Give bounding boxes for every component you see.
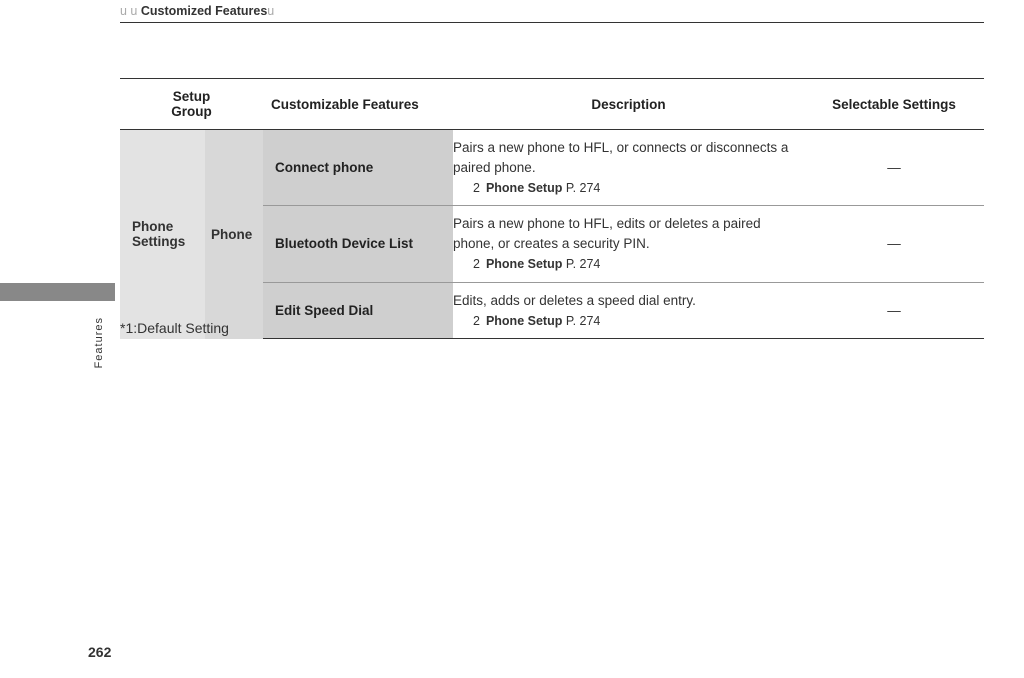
header-title: Customized Features — [141, 4, 267, 18]
subgroup-cell: Phone — [205, 130, 263, 339]
ref-marker: 2 — [473, 314, 480, 328]
ref-marker: 2 — [473, 181, 480, 195]
feature-name: Connect phone — [263, 130, 453, 206]
table-header-row: Setup Group Customizable Features Descri… — [120, 79, 984, 130]
cross-reference: 2 Phone Setup P. 274 — [453, 179, 804, 197]
feature-description: Pairs a new phone to HFL, edits or delet… — [453, 206, 804, 282]
document-page: u u Customized Featuresu Features Setup … — [0, 0, 1024, 678]
selectable-settings: — — [804, 282, 984, 339]
running-header: u u Customized Featuresu — [120, 0, 984, 23]
ref-page: P. 274 — [566, 314, 601, 328]
setup-group-cell: Phone Settings — [120, 130, 205, 339]
col-features: Customizable Features — [263, 79, 453, 130]
feature-description: Pairs a new phone to HFL, or connects or… — [453, 130, 804, 206]
features-table-wrap: Setup Group Customizable Features Descri… — [120, 78, 984, 339]
table-row: Phone Settings Phone Connect phone Pairs… — [120, 130, 984, 206]
header-prefix: u u — [120, 4, 141, 18]
features-table: Setup Group Customizable Features Descri… — [120, 78, 984, 339]
default-setting-footnote: *1:Default Setting — [120, 320, 229, 336]
ref-label: Phone Setup — [486, 257, 562, 271]
page-number: 262 — [88, 644, 111, 660]
col-setup-group: Setup Group — [120, 79, 263, 130]
selectable-settings: — — [804, 130, 984, 206]
col-description: Description — [453, 79, 804, 130]
description-text: Pairs a new phone to HFL, or connects or… — [453, 140, 788, 175]
selectable-settings: — — [804, 206, 984, 282]
ref-label: Phone Setup — [486, 314, 562, 328]
ref-page: P. 274 — [566, 257, 601, 271]
feature-name: Edit Speed Dial — [263, 282, 453, 339]
ref-page: P. 274 — [566, 181, 601, 195]
side-section-label: Features — [93, 317, 105, 368]
ref-label: Phone Setup — [486, 181, 562, 195]
description-text: Edits, adds or deletes a speed dial entr… — [453, 293, 696, 308]
col-selectable: Selectable Settings — [804, 79, 984, 130]
cross-reference: 2 Phone Setup P. 274 — [453, 312, 804, 330]
cross-reference: 2 Phone Setup P. 274 — [453, 255, 804, 273]
description-text: Pairs a new phone to HFL, edits or delet… — [453, 216, 761, 251]
feature-description: Edits, adds or deletes a speed dial entr… — [453, 282, 804, 339]
header-suffix: u — [267, 4, 274, 18]
ref-marker: 2 — [473, 257, 480, 271]
side-margin-tab — [0, 283, 115, 301]
feature-name: Bluetooth Device List — [263, 206, 453, 282]
